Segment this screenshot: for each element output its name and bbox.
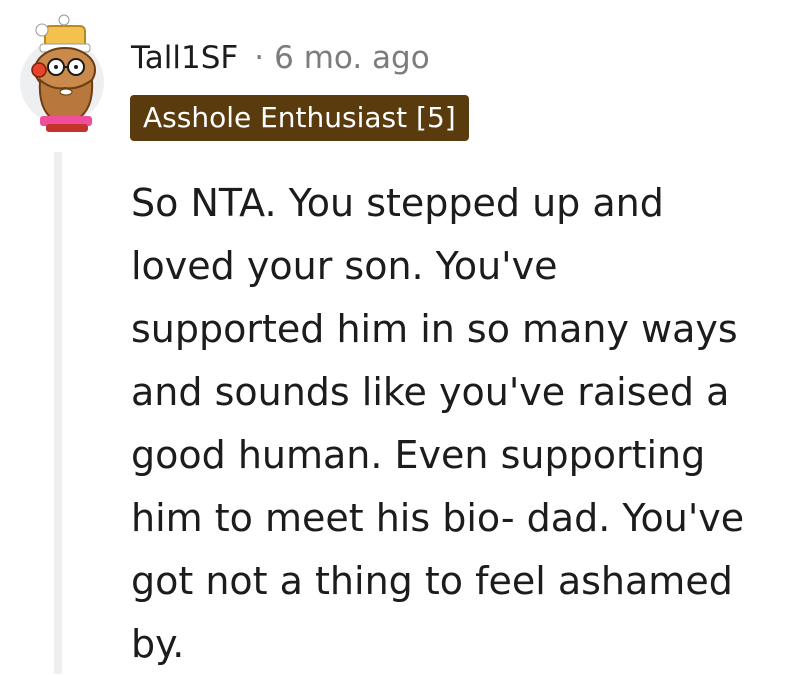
comment-timestamp[interactable]: 6 mo. ago: [274, 40, 430, 76]
user-flair: Asshole Enthusiast [5]: [130, 95, 469, 141]
thread-line[interactable]: [54, 152, 62, 674]
comment: Tall1SF · 6 mo. ago Asshole Enthusiast […: [0, 0, 787, 674]
user-avatar[interactable]: [18, 10, 106, 136]
comment-header: Tall1SF · 6 mo. ago: [131, 36, 430, 80]
author-username[interactable]: Tall1SF: [131, 40, 238, 76]
snoo-avatar-icon: [20, 14, 104, 132]
comment-body: So NTA. You stepped up and loved your so…: [131, 181, 745, 666]
meta-separator: ·: [254, 40, 265, 76]
